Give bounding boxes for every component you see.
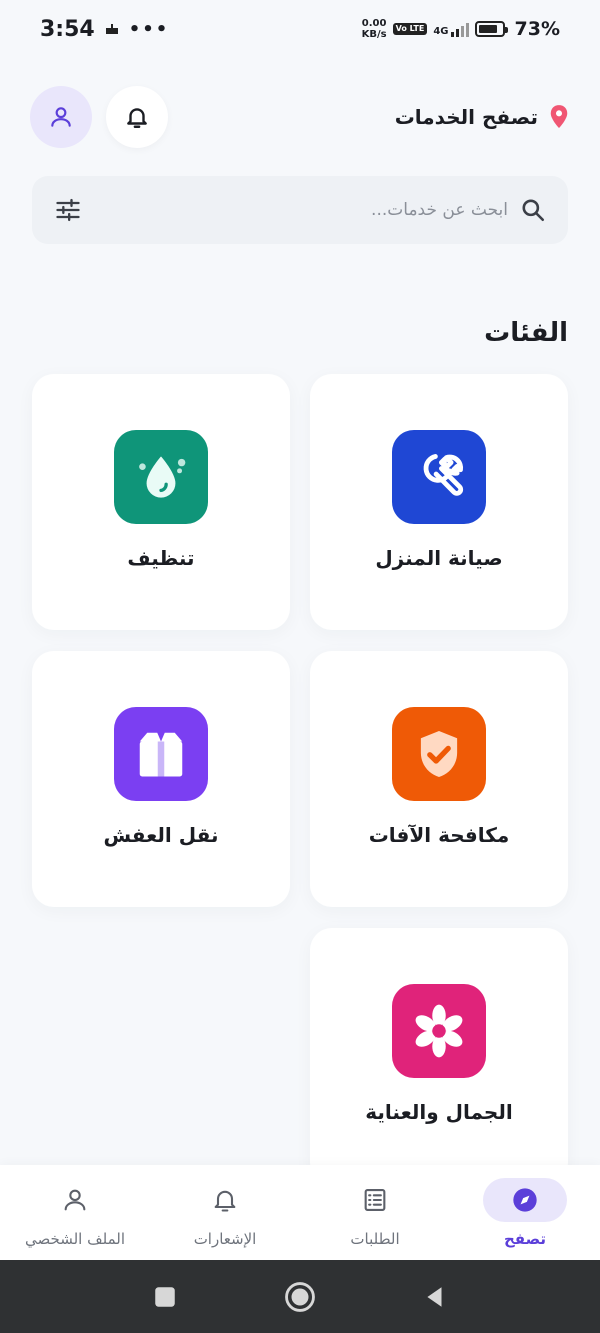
nav-item-orders[interactable]: الطلبات — [300, 1178, 450, 1248]
category-icon-box — [392, 984, 486, 1078]
category-icon-box — [392, 430, 486, 524]
network-label: 4G — [433, 26, 449, 37]
category-card-home-maintenance[interactable]: صيانة المنزل — [310, 374, 568, 630]
user-icon — [64, 1189, 86, 1210]
category-icon-box — [114, 430, 208, 524]
category-card-furniture-moving[interactable]: نقل العفش — [32, 651, 290, 907]
compass-icon — [513, 1187, 537, 1212]
category-label: نقل العفش — [103, 823, 219, 847]
nav-item-notifications[interactable]: الإشعارات — [150, 1178, 300, 1248]
notification-icon — [105, 24, 118, 34]
status-right: 0.00 KB/s Vo LTE 4G 73% — [362, 18, 560, 40]
wrench-icon — [423, 454, 464, 496]
nav-icon-wrap — [483, 1177, 567, 1222]
user-icon — [51, 107, 71, 127]
categories-title: الفئات — [484, 318, 568, 348]
nav-label: تصفح — [503, 1229, 547, 1248]
network-type: 4G — [433, 21, 469, 37]
search-input[interactable]: ابحث عن خدمات... — [371, 200, 508, 220]
status-time: 3:54 — [40, 16, 95, 42]
nav-label: الإشعارات — [193, 1229, 257, 1248]
speed-unit: KB/s — [361, 29, 387, 40]
home-icon[interactable] — [283, 1280, 317, 1314]
profile-button[interactable] — [30, 86, 92, 148]
flower-icon — [415, 1004, 463, 1058]
orders-list-icon — [364, 1188, 386, 1211]
category-card-pest-control[interactable]: مكافحة الآفات — [310, 651, 568, 907]
notifications-button[interactable] — [106, 86, 168, 148]
bell-icon — [214, 1190, 236, 1212]
back-icon[interactable] — [422, 1284, 448, 1310]
nav-icon-wrap — [333, 1178, 417, 1222]
bottom-navigation: تصفح الطلبات الإشعارات الملف الشخصي — [0, 1165, 600, 1260]
status-left: 3:54 ••• — [40, 17, 169, 42]
header: تصفح الخدمات — [30, 84, 570, 150]
system-navigation-bar — [0, 1260, 600, 1333]
shield-check-icon — [420, 731, 458, 777]
category-label: صيانة المنزل — [375, 546, 503, 570]
page-title-text: تصفح الخدمات — [394, 105, 538, 129]
nav-label: الملف الشخصي — [25, 1229, 125, 1248]
battery-percent: 73% — [514, 18, 560, 40]
location-pin-icon — [550, 105, 568, 128]
speed-value: 0.00 — [361, 18, 387, 29]
header-actions — [30, 86, 168, 148]
filter-icon[interactable] — [54, 196, 82, 224]
category-label: تنظيف — [127, 546, 195, 570]
box-icon — [139, 732, 183, 777]
nav-icon-wrap — [33, 1178, 117, 1222]
nav-icon-wrap — [183, 1178, 267, 1222]
recent-apps-icon[interactable] — [152, 1284, 178, 1310]
category-card-beauty-care[interactable]: الجمال والعناية — [310, 928, 568, 1184]
search-icon — [522, 199, 545, 222]
nav-item-browse[interactable]: تصفح — [450, 1177, 600, 1248]
category-icon-box — [114, 707, 208, 801]
status-bar: 3:54 ••• 0.00 KB/s Vo LTE 4G 73% — [0, 0, 600, 58]
bell-icon — [127, 108, 147, 128]
nav-item-profile[interactable]: الملف الشخصي — [0, 1178, 150, 1248]
signal-icon — [450, 21, 469, 37]
network-speed: 0.00 KB/s — [362, 18, 387, 40]
nav-label: الطلبات — [350, 1229, 400, 1248]
more-dots-icon: ••• — [128, 18, 170, 40]
search-bar[interactable]: ابحث عن خدمات... — [32, 176, 568, 244]
category-label: الجمال والعناية — [365, 1100, 513, 1124]
category-label: مكافحة الآفات — [368, 823, 510, 847]
category-icon-box — [392, 707, 486, 801]
category-card-cleaning[interactable]: تنظيف — [32, 374, 290, 630]
water-drop-icon — [139, 456, 186, 498]
battery-icon — [474, 21, 508, 37]
page-title: تصفح الخدمات — [395, 104, 570, 130]
search-field[interactable]: ابحث عن خدمات... — [371, 197, 546, 223]
volte-badge: Vo LTE — [392, 23, 428, 35]
